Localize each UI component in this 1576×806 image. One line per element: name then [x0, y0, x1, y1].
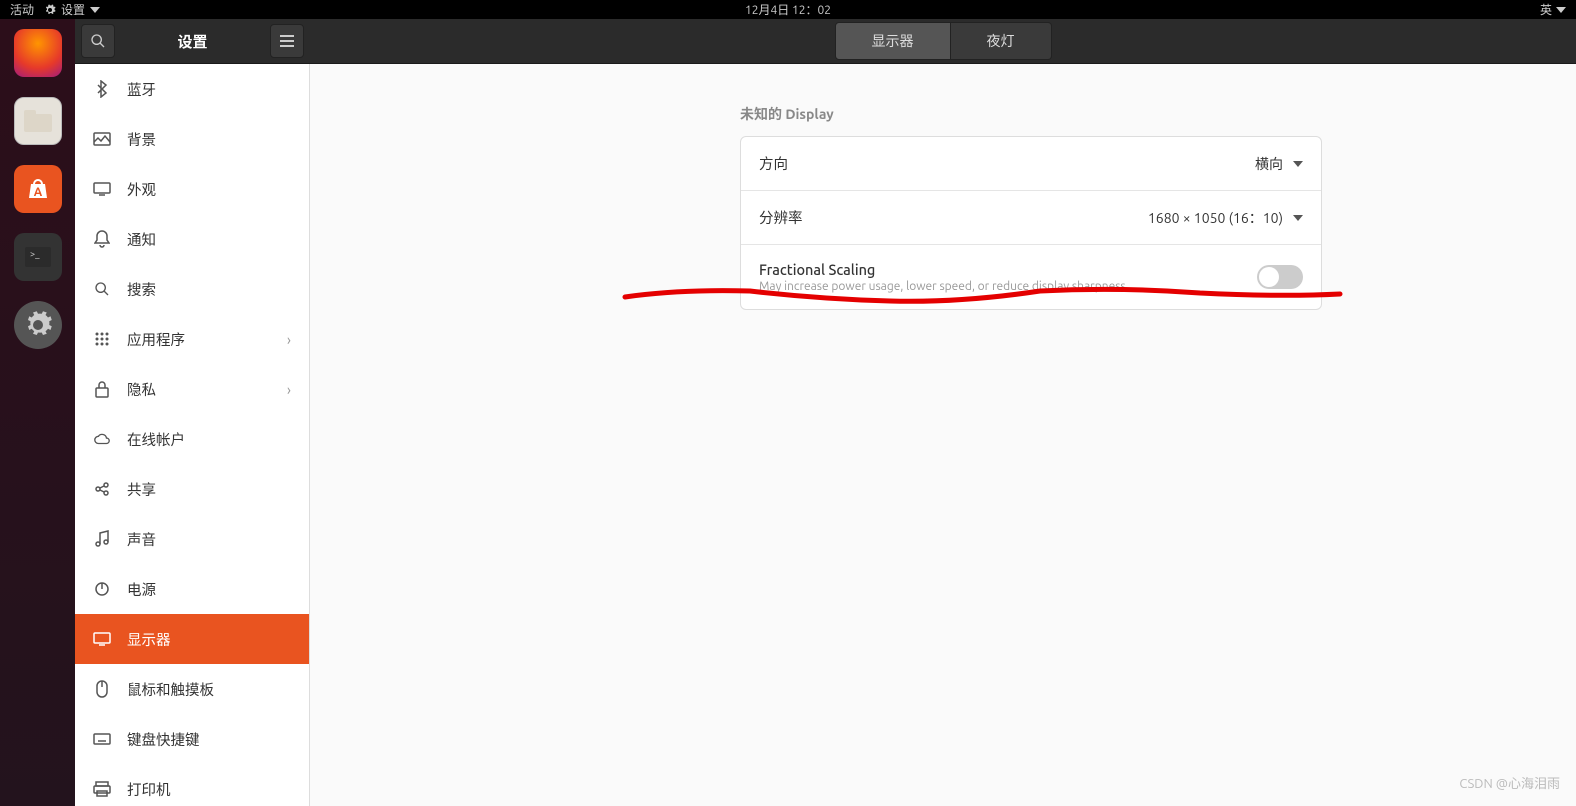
- fractional-scaling-title: Fractional Scaling: [759, 261, 1129, 278]
- orientation-value: 横向: [1255, 154, 1283, 174]
- settings-window: 设置 显示器 夜灯 蓝牙 背景 外观 通知 搜索 应用程序 › 隐私 › 在线帐户 …: [75, 19, 1576, 806]
- gear-icon: [44, 4, 56, 16]
- power-icon: [93, 580, 111, 598]
- terminal-icon: >_: [25, 247, 51, 267]
- sidebar-item-sound[interactable]: 声音: [75, 514, 309, 564]
- resolution-row[interactable]: 分辨率 1680 × 1050 (16：10): [741, 191, 1321, 245]
- chevron-down-icon: [90, 7, 100, 13]
- sidebar-item-label: 外观: [127, 179, 156, 200]
- tab-display[interactable]: 显示器: [835, 22, 951, 60]
- share-icon: [93, 480, 111, 498]
- resolution-label: 分辨率: [759, 207, 803, 228]
- orientation-label: 方向: [759, 153, 788, 174]
- chevron-down-icon: [1293, 215, 1303, 221]
- chevron-right-icon: ›: [287, 331, 291, 348]
- sidebar-item-appearance[interactable]: 外观: [75, 164, 309, 214]
- svg-text:>_: >_: [30, 249, 40, 259]
- folder-icon: [24, 110, 52, 132]
- sidebar-item-label: 键盘快捷键: [127, 729, 200, 750]
- display-icon: [93, 630, 111, 648]
- content-area: 未知的 Display 方向 横向 分辨率 1680 × 1050 (16：10…: [310, 64, 1576, 806]
- sidebar-item-printers[interactable]: 打印机: [75, 764, 309, 806]
- sidebar-item-label: 隐私: [127, 379, 156, 400]
- keyboard-icon: [93, 730, 111, 748]
- appearance-icon: [93, 180, 111, 198]
- sidebar-item-keyboard[interactable]: 键盘快捷键: [75, 714, 309, 764]
- tab-night-light[interactable]: 夜灯: [951, 22, 1052, 60]
- sidebar-item-label: 应用程序: [127, 329, 185, 350]
- sidebar-item-label: 鼠标和触摸板: [127, 679, 214, 700]
- fractional-scaling-row: Fractional Scaling May increase power us…: [741, 245, 1321, 309]
- window-title: 设置: [177, 31, 207, 52]
- dock-files[interactable]: [14, 97, 62, 145]
- watermark: CSDN @心海泪雨: [1459, 773, 1560, 792]
- resolution-value: 1680 × 1050 (16：10): [1148, 208, 1283, 228]
- sidebar-item-label: 共享: [127, 479, 156, 500]
- svg-text:A: A: [33, 186, 42, 199]
- mouse-icon: [93, 680, 111, 698]
- menu-button[interactable]: [270, 24, 304, 58]
- sidebar-item-displays[interactable]: 显示器: [75, 614, 309, 664]
- fractional-scaling-toggle[interactable]: [1257, 265, 1303, 289]
- hamburger-icon: [279, 34, 295, 48]
- sidebar-item-notifications[interactable]: 通知: [75, 214, 309, 264]
- section-title: 未知的 Display: [740, 104, 1516, 124]
- tab-switcher: 显示器 夜灯: [835, 22, 1052, 60]
- sidebar-item-label: 背景: [127, 129, 156, 150]
- dock-settings[interactable]: [14, 301, 62, 349]
- search-button[interactable]: [81, 24, 115, 58]
- grid-icon: [93, 330, 111, 348]
- sidebar-item-privacy[interactable]: 隐私 ›: [75, 364, 309, 414]
- sidebar-item-mouse[interactable]: 鼠标和触摸板: [75, 664, 309, 714]
- sidebar-item-bluetooth[interactable]: 蓝牙: [75, 64, 309, 114]
- sidebar-item-label: 在线帐户: [127, 429, 185, 450]
- app-menu[interactable]: 设置: [44, 1, 100, 18]
- sidebar-item-sharing[interactable]: 共享: [75, 464, 309, 514]
- sidebar-item-label: 搜索: [127, 279, 156, 300]
- sidebar-item-label: 打印机: [127, 779, 171, 800]
- lock-icon: [93, 380, 111, 398]
- search-icon: [90, 33, 106, 49]
- sidebar-item-applications[interactable]: 应用程序 ›: [75, 314, 309, 364]
- sidebar-item-label: 电源: [127, 579, 156, 600]
- sidebar-item-background[interactable]: 背景: [75, 114, 309, 164]
- clock[interactable]: 12月4日 12：02: [745, 1, 831, 18]
- bluetooth-icon: [93, 80, 111, 98]
- sidebar-item-online-accounts[interactable]: 在线帐户: [75, 414, 309, 464]
- headerbar: 设置 显示器 夜灯: [75, 19, 1576, 64]
- search-icon: [93, 280, 111, 298]
- activities-button[interactable]: 活动: [10, 1, 34, 18]
- bag-icon: A: [25, 176, 51, 202]
- dock: A >_: [0, 19, 75, 806]
- gnome-topbar: 活动 设置 12月4日 12：02 英: [0, 0, 1576, 19]
- sidebar-item-label: 显示器: [127, 629, 171, 650]
- sidebar-item-label: 声音: [127, 529, 156, 550]
- background-icon: [93, 130, 111, 148]
- dock-software-center[interactable]: A: [14, 165, 62, 213]
- dock-firefox[interactable]: [14, 29, 62, 77]
- app-menu-label: 设置: [61, 1, 85, 18]
- gear-icon: [23, 310, 53, 340]
- printer-icon: [93, 780, 111, 798]
- chevron-down-icon: [1293, 161, 1303, 167]
- status-area[interactable]: 英: [1540, 1, 1566, 18]
- chevron-right-icon: ›: [287, 381, 291, 398]
- settings-sidebar: 蓝牙 背景 外观 通知 搜索 应用程序 › 隐私 › 在线帐户 共享 声音 电源 显…: [75, 64, 310, 806]
- music-icon: [93, 530, 111, 548]
- sidebar-item-search[interactable]: 搜索: [75, 264, 309, 314]
- sidebar-item-label: 蓝牙: [127, 79, 156, 100]
- display-panel: 方向 横向 分辨率 1680 × 1050 (16：10) Fractio: [740, 136, 1322, 310]
- sidebar-item-label: 通知: [127, 229, 156, 250]
- bell-icon: [93, 230, 111, 248]
- cloud-icon: [93, 430, 111, 448]
- orientation-row[interactable]: 方向 横向: [741, 137, 1321, 191]
- fractional-scaling-desc: May increase power usage, lower speed, o…: [759, 280, 1129, 293]
- sidebar-item-power[interactable]: 电源: [75, 564, 309, 614]
- ime-indicator: 英: [1540, 1, 1552, 18]
- chevron-down-icon: [1556, 7, 1566, 13]
- dock-terminal[interactable]: >_: [14, 233, 62, 281]
